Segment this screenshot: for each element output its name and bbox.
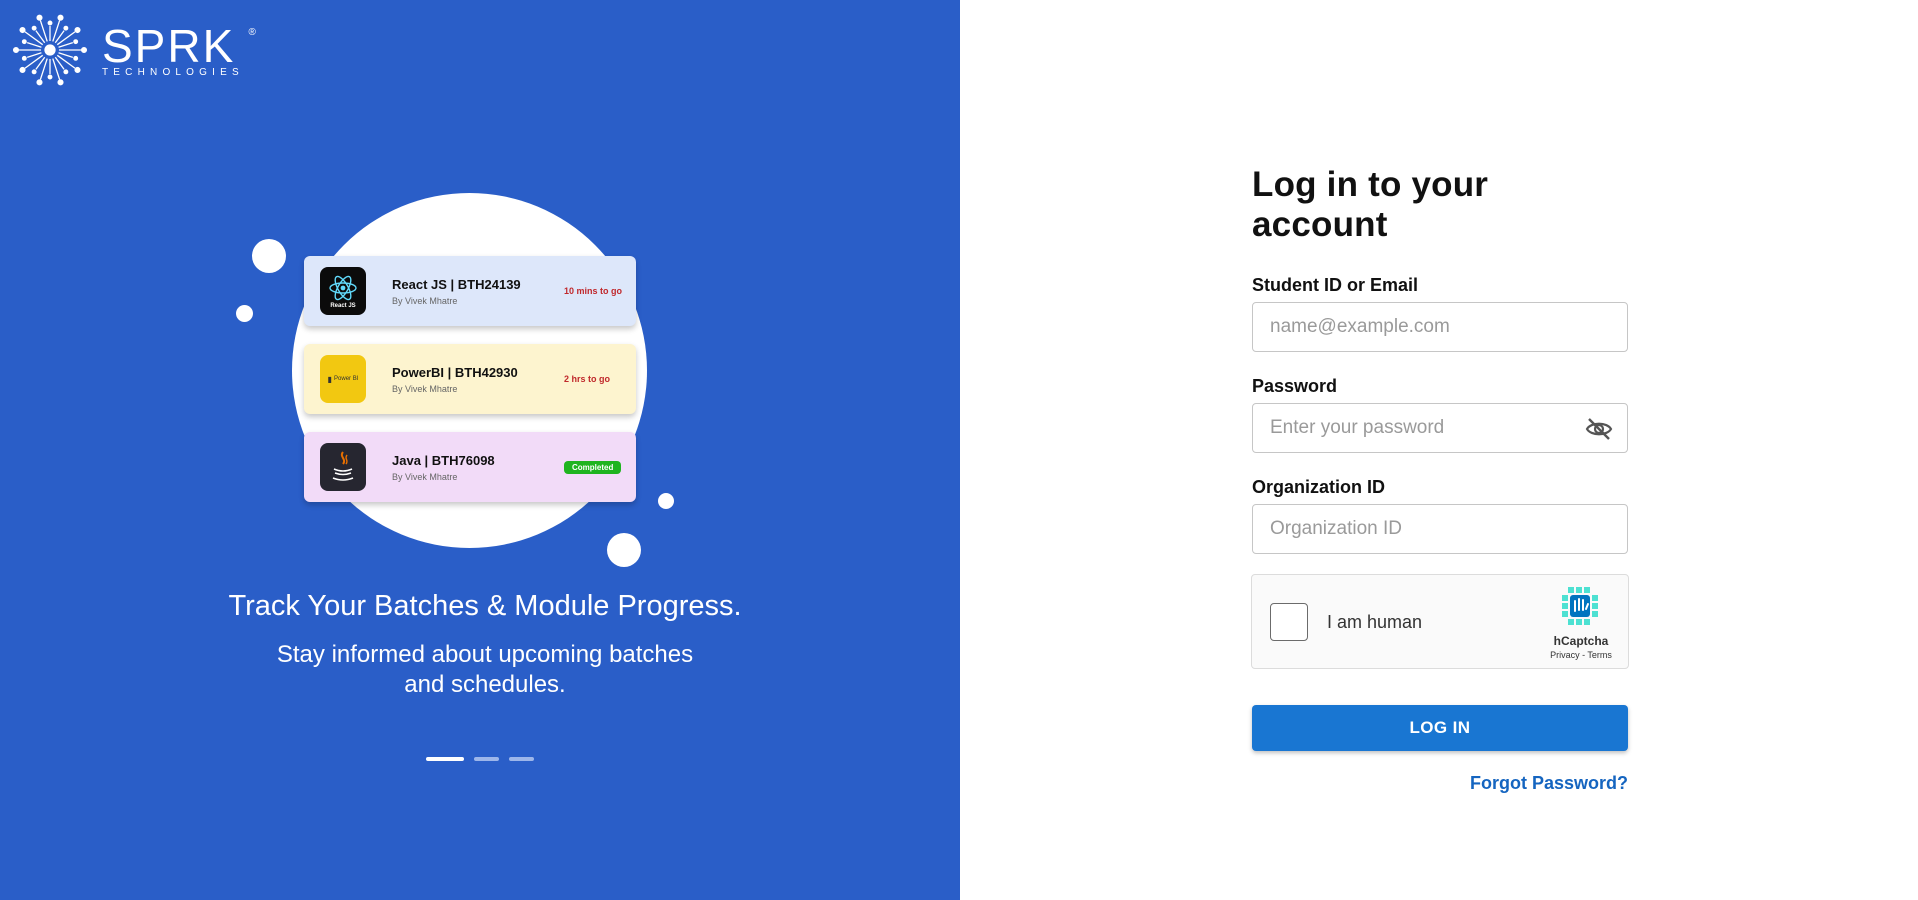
- java-cup-icon: [332, 451, 354, 481]
- hcaptcha-widget: I am human hCaptcha Privacy - Terms: [1251, 574, 1629, 669]
- react-icon: React JS: [320, 267, 366, 315]
- decor-dot: [658, 493, 674, 509]
- password-field[interactable]: [1253, 404, 1627, 452]
- slide-subtitle: Stay informed about upcoming batches and…: [276, 641, 694, 698]
- organization-label: Organization ID: [1252, 477, 1386, 497]
- batch-card-body: Java | BTH76098 By Vivek Mhatre: [392, 453, 552, 482]
- captcha-checkbox[interactable]: [1270, 603, 1308, 641]
- hcaptcha-icon: [1562, 587, 1598, 625]
- powerbi-chart-icon: ▮: [327, 374, 333, 384]
- batch-card-body: PowerBI | BTH42930 By Vivek Mhatre: [392, 365, 552, 394]
- decor-dot: [252, 239, 286, 273]
- carousel-pager: [426, 757, 534, 761]
- password-field-wrapper: [1252, 403, 1628, 453]
- hcaptcha-logo: hCaptcha Privacy - Terms: [1546, 585, 1616, 660]
- login-button[interactable]: LOG IN: [1252, 705, 1628, 751]
- email-field-wrapper: [1252, 302, 1628, 352]
- powerbi-icon-caption: Power BI: [334, 376, 359, 382]
- organization-id-field[interactable]: [1253, 505, 1627, 553]
- captcha-label: I am human: [1327, 612, 1423, 632]
- batch-instructor: By Vivek Mhatre: [392, 471, 458, 482]
- registered-mark: ®: [248, 26, 256, 38]
- brand-subtitle: TECHNOLOGIES: [102, 66, 244, 78]
- password-label: Password: [1252, 376, 1338, 396]
- batches-illustration: React JS React JS | BTH24139 By Vivek Mh…: [230, 185, 700, 580]
- sprk-logo-icon: [12, 14, 88, 86]
- batch-card: ▮ Power BI PowerBI | BTH42930 By Vivek M…: [304, 344, 636, 414]
- completed-badge: Completed: [564, 460, 622, 474]
- carousel-dot-1[interactable]: [426, 757, 464, 761]
- organization-field-wrapper: [1252, 504, 1628, 554]
- java-icon: [320, 443, 366, 491]
- toggle-password-visibility-icon[interactable]: [1585, 417, 1613, 441]
- batch-card-body: React JS | BTH24139 By Vivek Mhatre: [392, 277, 552, 306]
- batch-card: React JS React JS | BTH24139 By Vivek Mh…: [304, 256, 636, 326]
- batch-title: React JS | BTH24139: [392, 276, 521, 292]
- carousel-dot-2[interactable]: [474, 757, 499, 761]
- react-icon-caption: React JS: [330, 302, 356, 309]
- slide-title: Track Your Batches & Module Progress.: [228, 590, 742, 622]
- email-label: Student ID or Email: [1252, 275, 1419, 295]
- batch-instructor: By Vivek Mhatre: [392, 295, 458, 306]
- captcha-privacy-terms-link[interactable]: Privacy - Terms: [1546, 650, 1616, 660]
- batch-card: Java | BTH76098 By Vivek Mhatre Complete…: [304, 432, 636, 502]
- batch-title: PowerBI | BTH42930: [392, 364, 518, 380]
- batch-status: 2 hrs to go: [564, 374, 611, 384]
- email-field[interactable]: [1253, 303, 1627, 351]
- decor-dot: [236, 305, 253, 322]
- batch-title: Java | BTH76098: [392, 452, 495, 468]
- react-atom-icon: [329, 275, 357, 300]
- login-page: SPRK ® TECHNOLOGIES React JS React JS | …: [0, 0, 1918, 900]
- decor-dot: [607, 533, 641, 567]
- form-title: Log in to your account: [1252, 165, 1489, 244]
- forgot-password-link[interactable]: Forgot Password?: [1252, 773, 1628, 794]
- batch-instructor: By Vivek Mhatre: [392, 383, 458, 394]
- batch-status: 10 mins to go: [564, 286, 623, 296]
- powerbi-icon: ▮ Power BI: [320, 355, 366, 403]
- login-form: Log in to your account Student ID or Ema…: [1251, 165, 1629, 794]
- brand-name: SPRK: [102, 19, 236, 72]
- brand-logo[interactable]: SPRK ® TECHNOLOGIES: [12, 12, 256, 88]
- carousel-dot-3[interactable]: [509, 757, 534, 761]
- promo-panel: SPRK ® TECHNOLOGIES React JS React JS | …: [0, 0, 960, 900]
- brand-wordmark: SPRK ® TECHNOLOGIES: [102, 19, 256, 78]
- captcha-brand: hCaptcha: [1553, 634, 1609, 648]
